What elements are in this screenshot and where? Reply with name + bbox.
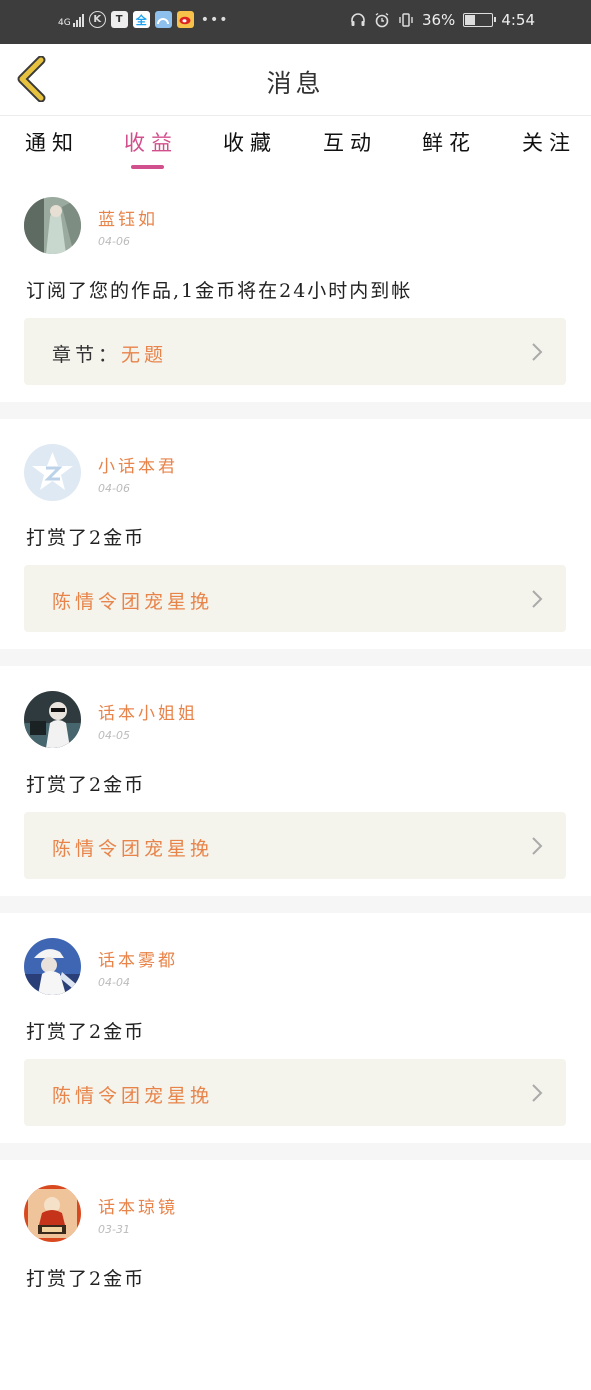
divider (0, 402, 591, 419)
divider (0, 1143, 591, 1160)
tab-interactions[interactable]: 互动 (323, 127, 377, 157)
avatar[interactable] (24, 938, 81, 995)
card-value: 陈情令团宠星挽 (52, 1085, 214, 1107)
quan-app-icon: 全 (132, 11, 150, 28)
message-text: 打赏了2金币 (26, 1021, 146, 1043)
avatar[interactable] (24, 444, 81, 501)
battery-percent: 36% (421, 11, 456, 29)
card-value: 陈情令团宠星挽 (52, 838, 214, 860)
chevron-right-icon (532, 1084, 543, 1102)
message-text: 订阅了您的作品,1金币将在24小时内到帐 (26, 280, 413, 302)
card-text: 陈情令团宠星挽 (52, 834, 213, 861)
message-text: 打赏了2金币 (26, 1268, 146, 1290)
card-text: 陈情令团宠星挽 (52, 1081, 213, 1108)
message-item: 话本雾都 04-04 打赏了2金币 陈情令团宠星挽 (0, 913, 591, 1143)
divider (0, 649, 591, 666)
username[interactable]: 话本小姐姐 (98, 699, 198, 724)
message-item: 小话本君 04-06 打赏了2金币 陈情令团宠星挽 (0, 419, 591, 649)
card-value: 无题 (121, 344, 168, 366)
chapter-card[interactable]: 章节：无题 (24, 318, 566, 385)
signal-icon (72, 13, 84, 27)
avatar[interactable] (24, 197, 81, 254)
status-bar: 4G K T 全 ••• 36% 4:54 (0, 0, 591, 44)
card-text: 陈情令团宠星挽 (52, 587, 213, 614)
message-list: 蓝钰如 04-06 订阅了您的作品,1金币将在24小时内到帐 章节：无题 小话本… (0, 172, 591, 1390)
alarm-icon (375, 12, 389, 28)
network-indicator: 4G (58, 13, 84, 27)
battery-icon (463, 13, 497, 27)
headphones-icon (351, 13, 365, 26)
avatar[interactable] (24, 691, 81, 748)
card-text: 章节：无题 (52, 340, 167, 367)
message-date: 03-31 (98, 1223, 130, 1236)
chevron-right-icon (532, 343, 543, 361)
message-item: 话本琼镜 03-31 打赏了2金币 (0, 1160, 591, 1390)
username[interactable]: 小话本君 (98, 452, 178, 477)
status-left: 4G K T 全 ••• (58, 11, 228, 28)
weibo-icon (176, 11, 194, 28)
card-value: 陈情令团宠星挽 (52, 591, 214, 613)
t-app-icon: T (110, 11, 128, 28)
username[interactable]: 蓝钰如 (98, 205, 158, 230)
message-date: 04-06 (98, 482, 130, 495)
username[interactable]: 话本琼镜 (98, 1193, 178, 1218)
cloud-app-icon (154, 11, 172, 28)
message-date: 04-06 (98, 235, 130, 248)
k-app-icon: K (88, 11, 106, 28)
vibrate-icon (399, 13, 413, 27)
message-text: 打赏了2金币 (26, 527, 146, 549)
work-card[interactable]: 陈情令团宠星挽 (24, 565, 566, 632)
status-right: 36% 4:54 (350, 11, 535, 29)
tab-favorites[interactable]: 收藏 (223, 127, 277, 157)
message-date: 04-04 (98, 976, 130, 989)
avatar[interactable] (24, 1185, 81, 1242)
tab-flowers[interactable]: 鲜花 (422, 127, 476, 157)
tab-notifications[interactable]: 通知 (25, 127, 79, 157)
message-text: 打赏了2金币 (26, 774, 146, 796)
chevron-right-icon (532, 837, 543, 855)
message-item: 蓝钰如 04-06 订阅了您的作品,1金币将在24小时内到帐 章节：无题 (0, 172, 591, 402)
username[interactable]: 话本雾都 (98, 946, 178, 971)
message-item: 话本小姐姐 04-05 打赏了2金币 陈情令团宠星挽 (0, 666, 591, 896)
more-notifications-icon: ••• (200, 11, 229, 28)
card-prefix: 章节： (52, 344, 122, 366)
active-tab-indicator (131, 165, 164, 169)
chevron-right-icon (532, 590, 543, 608)
divider (0, 896, 591, 913)
work-card[interactable]: 陈情令团宠星挽 (24, 1059, 566, 1126)
work-card[interactable]: 陈情令团宠星挽 (24, 812, 566, 879)
tab-bar: 通知 收益 收藏 互动 鲜花 关注 (0, 117, 591, 171)
message-date: 04-05 (98, 729, 130, 742)
tab-follows[interactable]: 关注 (522, 127, 576, 157)
page-title: 消息 (266, 69, 325, 98)
clock: 4:54 (501, 11, 535, 29)
tab-earnings[interactable]: 收益 (124, 127, 178, 157)
top-bar: 消息 (0, 44, 591, 116)
network-type: 4G (58, 17, 71, 28)
